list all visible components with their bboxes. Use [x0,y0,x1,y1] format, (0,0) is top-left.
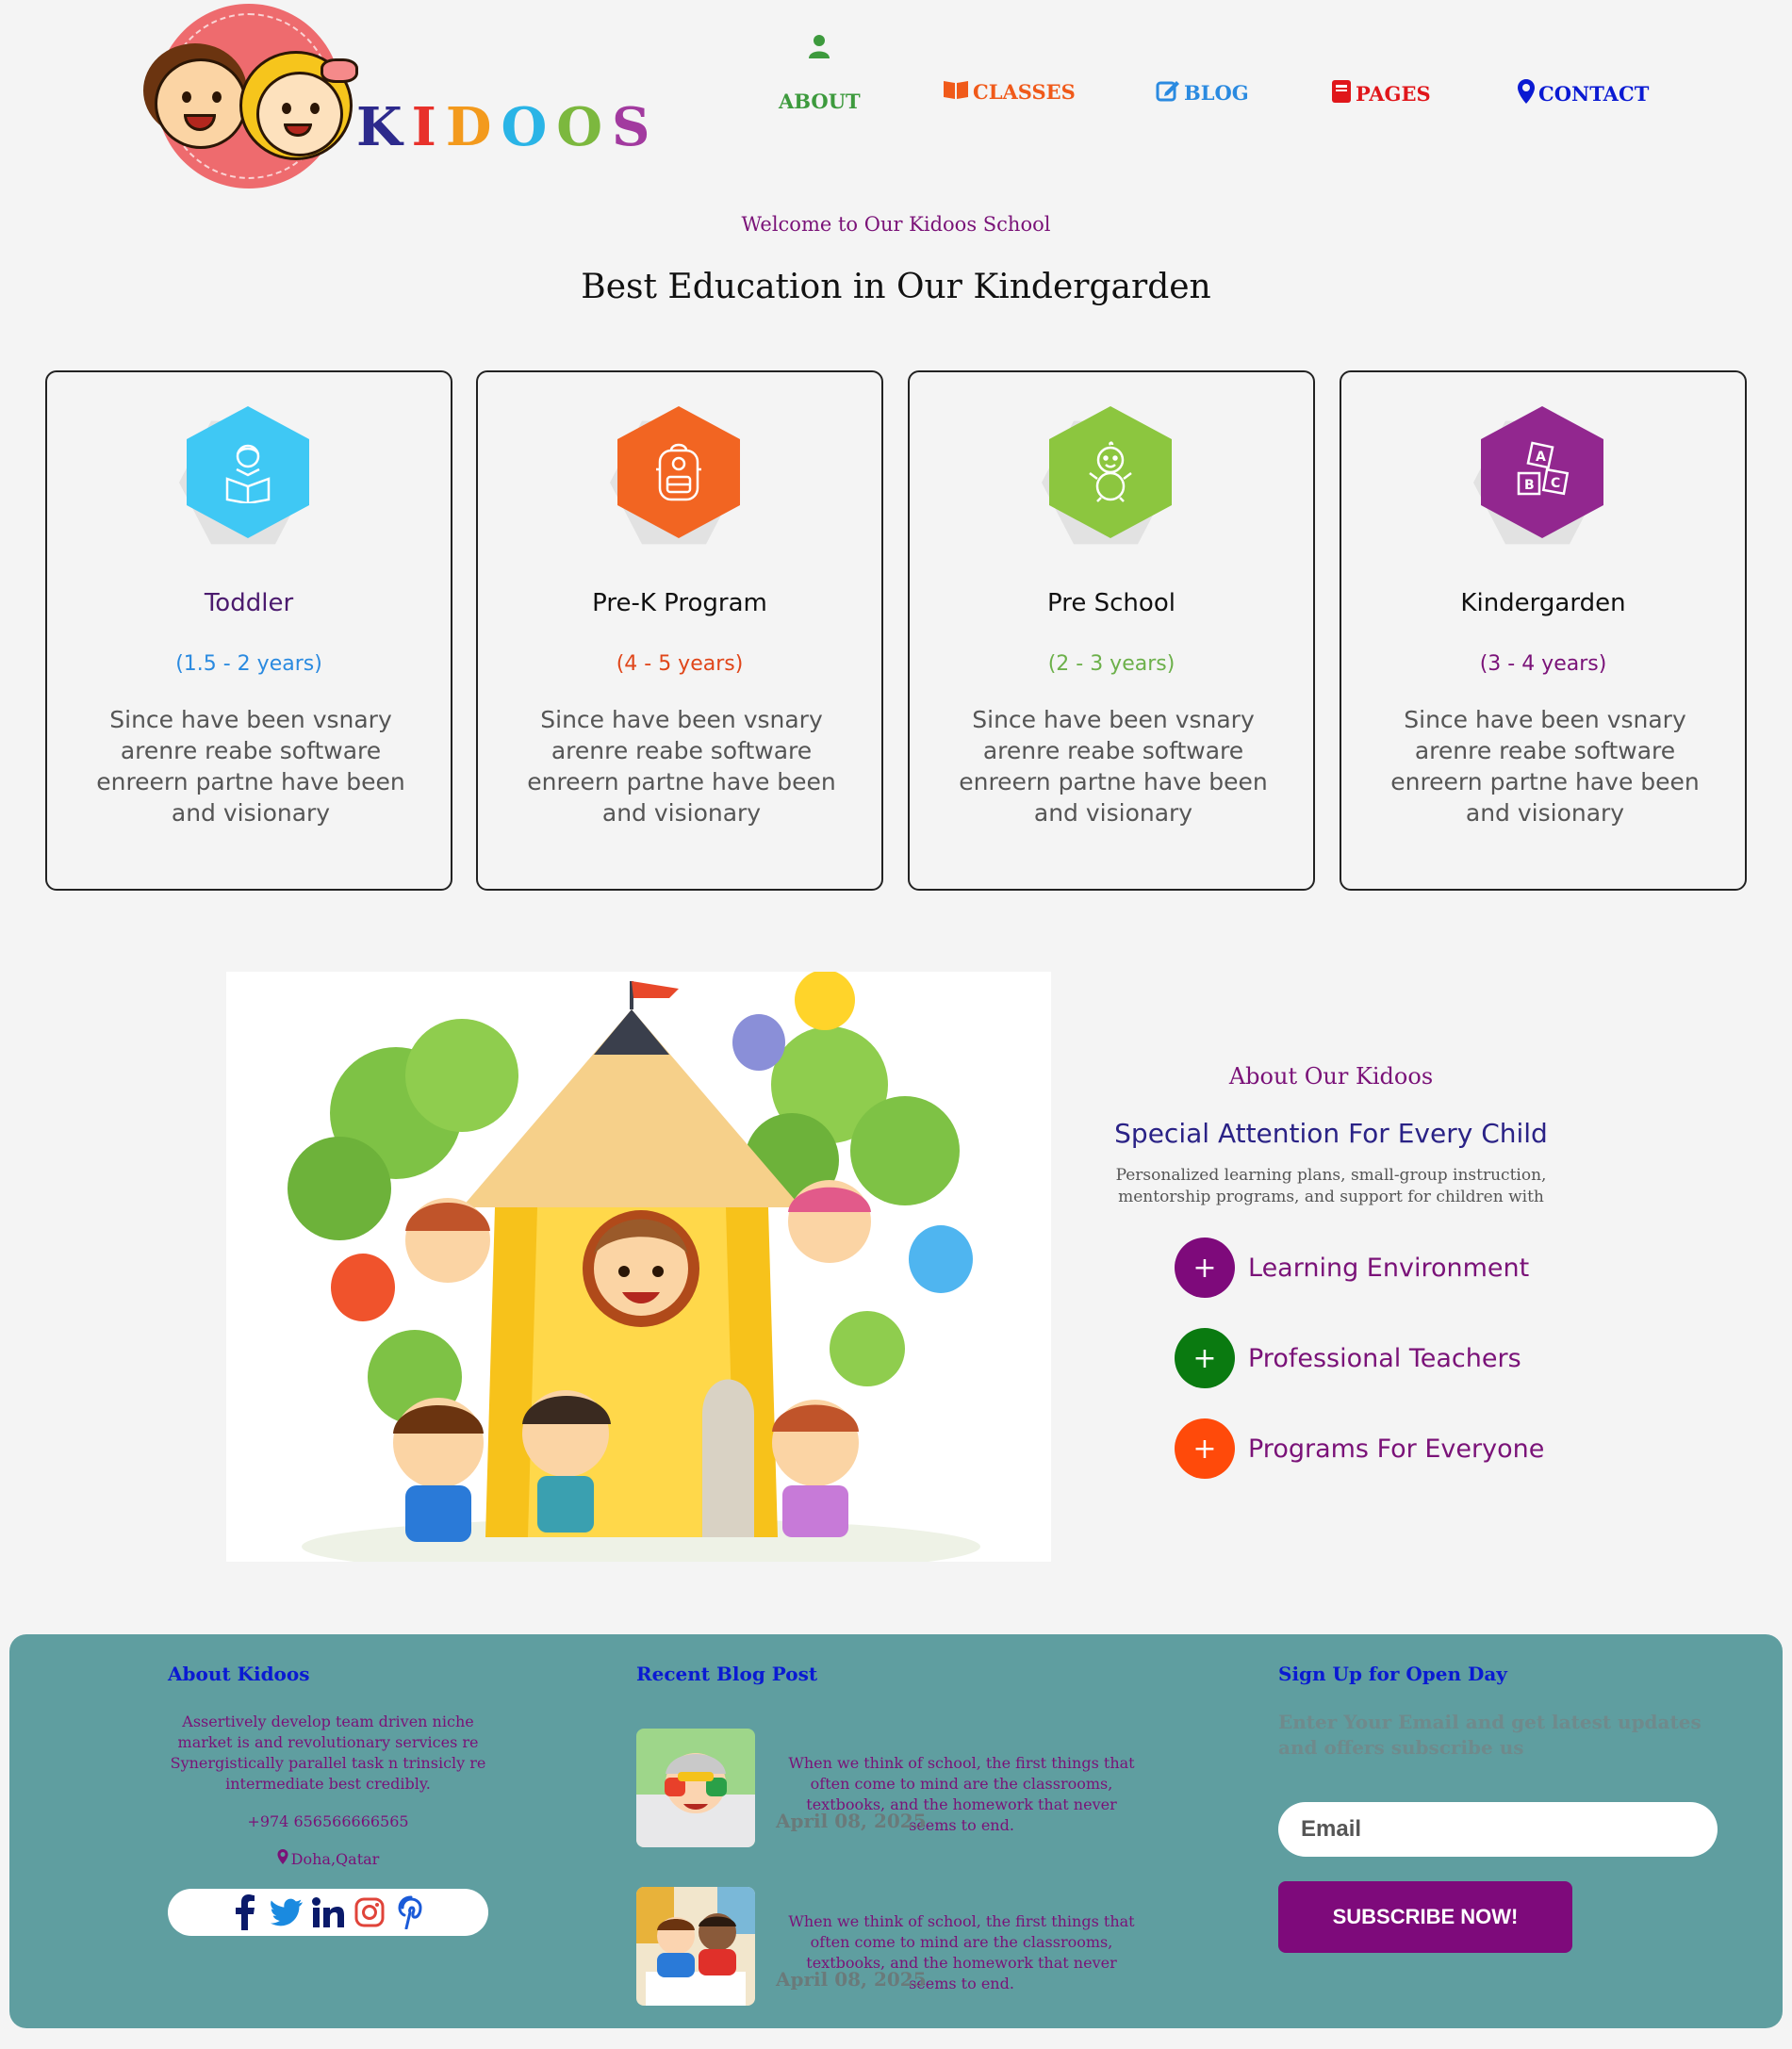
nav-classes-label: CLASSES [973,80,1076,104]
site-footer: About Kidoos Assertively develop team dr… [9,1634,1783,2028]
email-field[interactable] [1278,1802,1718,1857]
nav-pages[interactable]: PAGES [1331,79,1431,108]
feature-learning-environment[interactable]: + Learning Environment [1175,1238,1529,1298]
program-title: Pre School [1047,589,1175,617]
feature-programs-for-everyone[interactable]: + Programs For Everyone [1175,1418,1544,1479]
program-icon-badge [179,406,319,545]
nav-blog[interactable]: BLOG [1156,79,1249,107]
plus-icon[interactable]: + [1175,1418,1235,1479]
program-card-pre-k[interactable]: Pre-K Program (4 - 5 years) Since have b… [476,370,883,891]
nav-pages-label: PAGES [1356,82,1431,106]
map-pin-icon [277,1849,288,1870]
plus-icon[interactable]: + [1175,1328,1235,1388]
page-headline: Best Education in Our Kindergarden [581,268,1211,306]
footer-location: Doha,Qatar [168,1849,488,1870]
feature-label: Programs For Everyone [1248,1434,1545,1464]
program-description: Since have been vsnary arenre reabe soft… [959,706,1268,827]
kidoos-logo[interactable]: K I D O O S [140,4,649,189]
logo-bow [321,58,358,83]
svg-text:B: B [1524,478,1535,493]
blog-post-thumbnail[interactable] [636,1729,755,1847]
program-card-kindergarden[interactable]: AB C Kindergarden (3 - 4 years) Since hav… [1340,370,1747,891]
logo-mouth [184,114,216,131]
nav-classes[interactable]: CLASSES [943,79,1076,105]
program-description: Since have been vsnary arenre reabe soft… [527,706,836,827]
program-description: Since have been vsnary arenre reabe soft… [1390,706,1700,827]
footer-signup-heading: Sign Up for Open Day [1278,1663,1507,1685]
logo-girl-face [256,72,343,156]
program-icon-badge: AB C [1473,406,1613,545]
svg-text:A: A [1536,450,1546,465]
logo-letter: O [556,96,606,158]
logo-letter: K [356,96,406,158]
feature-label: Professional Teachers [1248,1343,1521,1373]
blog-post-date: April 08, 2025 [776,1810,927,1832]
subscribe-button[interactable]: SUBSCRIBE NOW! [1278,1881,1572,1953]
program-title: Kindergarden [1460,589,1626,617]
logo-letter: D [445,96,496,158]
linkedin-icon[interactable] [312,1894,344,1930]
footer-about-heading: About Kidoos [168,1663,310,1685]
about-title: Special Attention For Every Child [1114,1118,1548,1149]
program-description: Since have been vsnary arenre reabe soft… [96,706,405,827]
twitter-icon[interactable] [271,1894,303,1930]
nav-contact[interactable]: CONTACT [1518,79,1649,108]
plus-icon[interactable]: + [1175,1238,1235,1298]
program-icon-badge [610,406,749,545]
welcome-subtitle: Welcome to Our Kidoos School [741,213,1051,236]
social-links [168,1889,488,1936]
logo-letter: I [411,96,440,158]
nav-about-label: ABOUT [779,90,861,113]
program-icon-badge [1042,406,1181,545]
logo-eye [182,91,191,103]
nav-about[interactable]: ABOUT [779,34,861,113]
footer-phone: +974 656566666565 [247,1812,409,1830]
book-icon [1331,79,1352,108]
about-description: Personalized learning plans, small-group… [1115,1166,1547,1206]
logo-letter: O [501,96,551,158]
blog-post-thumbnail[interactable] [636,1887,755,2006]
program-title: Pre-K Program [592,589,767,617]
program-age: (4 - 5 years) [616,652,744,676]
site-header: K I D O O S ABOUT CLASSES BLOG PAGES CON… [0,0,1792,198]
nav-blog-label: BLOG [1184,81,1249,105]
book-open-icon [943,79,969,105]
logo-boy-face [155,58,247,149]
program-card-pre-school[interactable]: Pre School (2 - 3 years) Since have been… [908,370,1315,891]
program-age: (1.5 - 2 years) [175,652,322,676]
logo-wordmark: K I D O O S [356,96,654,158]
map-pin-icon [1518,79,1535,108]
blog-post-date: April 08, 2025 [776,1968,927,1991]
instagram-icon[interactable] [353,1894,386,1930]
footer-about-text: Assertively develop team driven niche ma… [170,1713,486,1793]
svg-text:C: C [1551,476,1560,491]
program-age: (2 - 3 years) [1047,652,1175,676]
logo-eye [282,103,291,114]
nav-contact-label: CONTACT [1538,82,1650,106]
kids-pencil-house-illustration [226,972,1051,1562]
logo-mouth [284,123,312,137]
signup-description: Enter Your Email and get latest updates … [1278,1711,1702,1759]
edit-icon [1156,79,1180,107]
about-label: About Our Kidoos [1228,1063,1434,1090]
logo-eye [310,103,320,114]
logo-eye [212,91,222,103]
logo-letter: S [612,96,654,158]
program-title: Toddler [204,589,294,617]
footer-location-text: Doha,Qatar [290,1850,380,1868]
pinterest-icon[interactable] [395,1894,427,1930]
feature-professional-teachers[interactable]: + Professional Teachers [1175,1328,1521,1388]
facebook-icon[interactable] [229,1894,261,1930]
feature-label: Learning Environment [1248,1253,1530,1283]
user-icon [809,34,830,63]
footer-blog-heading: Recent Blog Post [636,1663,818,1685]
program-age: (3 - 4 years) [1479,652,1607,676]
program-card-toddler[interactable]: Toddler (1.5 - 2 years) Since have been … [45,370,452,891]
